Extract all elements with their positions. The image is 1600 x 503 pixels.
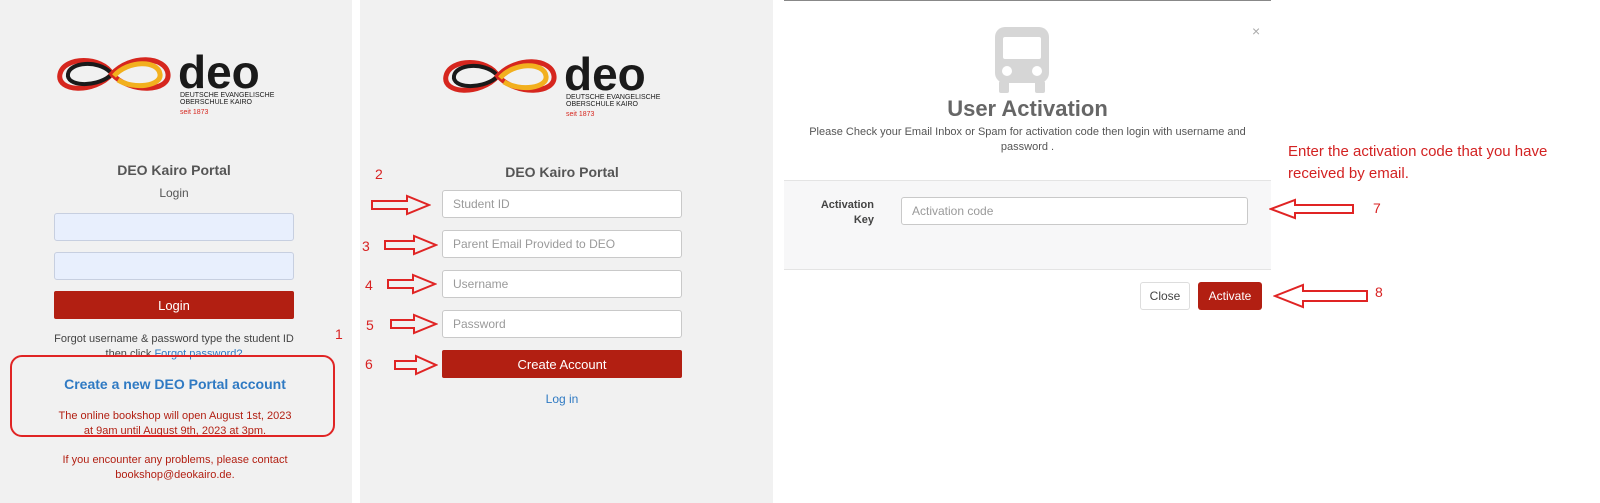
parent-email-input[interactable] [442, 230, 682, 258]
activation-instruction: Enter the activation code that you have … [1288, 141, 1588, 185]
modal-body: Activation Key [784, 180, 1271, 270]
annotation-arrow-3 [384, 234, 438, 256]
problems-line1: If you encounter any problems, please co… [62, 454, 288, 466]
instruction-line1: Enter the activation code that you have [1288, 143, 1548, 160]
login-subtitle: Login [159, 186, 189, 200]
student-id-input[interactable] [442, 190, 682, 218]
annotation-number-8: 8 [1375, 284, 1383, 300]
deo-logo-mark-2: deo DEUTSCHE EVANGELISCHE OBERSCHULE KAI… [443, 48, 661, 118]
annotation-number-1: 1 [335, 326, 343, 342]
user-activation-modal: × User Activation Please Check your Emai… [784, 0, 1271, 322]
annotation-number-4: 4 [365, 277, 373, 293]
logo-wordmark: deo [178, 46, 260, 98]
deo-logo: deo DEUTSCHE EVANGELISCHE OBERSCHULE KAI… [54, 46, 299, 118]
deo-logo-2: deo DEUTSCHE EVANGELISCHE OBERSCHULE KAI… [440, 48, 685, 120]
deo-logo-mark: deo DEUTSCHE EVANGELISCHE OBERSCHULE KAI… [57, 46, 275, 116]
modal-title: User Activation [947, 96, 1108, 121]
logo-since: seit 1873 [180, 109, 209, 116]
create-account-button[interactable]: Create Account [442, 350, 682, 378]
username-input[interactable] [54, 213, 294, 241]
problems-line2: bookshop@deokairo.de. [115, 469, 235, 481]
log-in-link[interactable]: Log in [442, 392, 682, 406]
new-password-input[interactable] [442, 310, 682, 338]
logo-line2-2: OBERSCHULE KAIRO [566, 101, 639, 108]
logo-line2: OBERSCHULE KAIRO [180, 99, 253, 106]
annotation-arrow-2 [371, 194, 431, 216]
annotation-arrow-4 [387, 273, 437, 295]
modal-description: Please Check your Email Inbox or Spam fo… [784, 125, 1271, 155]
annotation-arrow-5 [390, 313, 438, 335]
activation-code-input[interactable] [901, 197, 1248, 225]
annotation-number-5: 5 [366, 317, 374, 333]
login-button[interactable]: Login [54, 291, 294, 319]
problems-notice: If you encounter any problems, please co… [20, 453, 330, 483]
close-button[interactable]: Close [1140, 282, 1190, 310]
modal-desc-line2: password . [1000, 141, 1055, 153]
logo-line1: DEUTSCHE EVANGELISCHE [180, 92, 275, 99]
annotation-arrow-8 [1273, 283, 1368, 309]
annotation-highlight-box [10, 355, 335, 437]
annotation-number-2: 2 [375, 166, 383, 182]
modal-close-icon[interactable]: × [1252, 23, 1260, 39]
activation-label-line1: Activation [820, 199, 874, 211]
annotation-number-3: 3 [362, 238, 370, 254]
instruction-line2: received by email. [1288, 165, 1409, 182]
activation-key-label: Activation Key [804, 198, 874, 228]
activate-button[interactable]: Activate [1198, 282, 1262, 310]
annotation-arrow-7 [1269, 198, 1354, 220]
annotation-number-7: 7 [1373, 200, 1381, 216]
modal-desc-line1: Please Check your Email Inbox or Spam fo… [809, 126, 1246, 138]
portal-title-2: DEO Kairo Portal [505, 164, 619, 180]
annotation-arrow-6 [394, 354, 438, 376]
logo-wordmark-2: deo [564, 48, 646, 100]
portal-title: DEO Kairo Portal [117, 162, 231, 178]
new-username-input[interactable] [442, 270, 682, 298]
password-input[interactable] [54, 252, 294, 280]
logo-line1-2: DEUTSCHE EVANGELISCHE [566, 94, 661, 101]
forgot-text: Forgot username & password type the stud… [54, 333, 294, 345]
bus-icon [995, 27, 1049, 93]
annotation-number-6: 6 [365, 356, 373, 372]
activation-label-line2: Key [853, 214, 874, 226]
logo-since-2: seit 1873 [566, 111, 595, 118]
